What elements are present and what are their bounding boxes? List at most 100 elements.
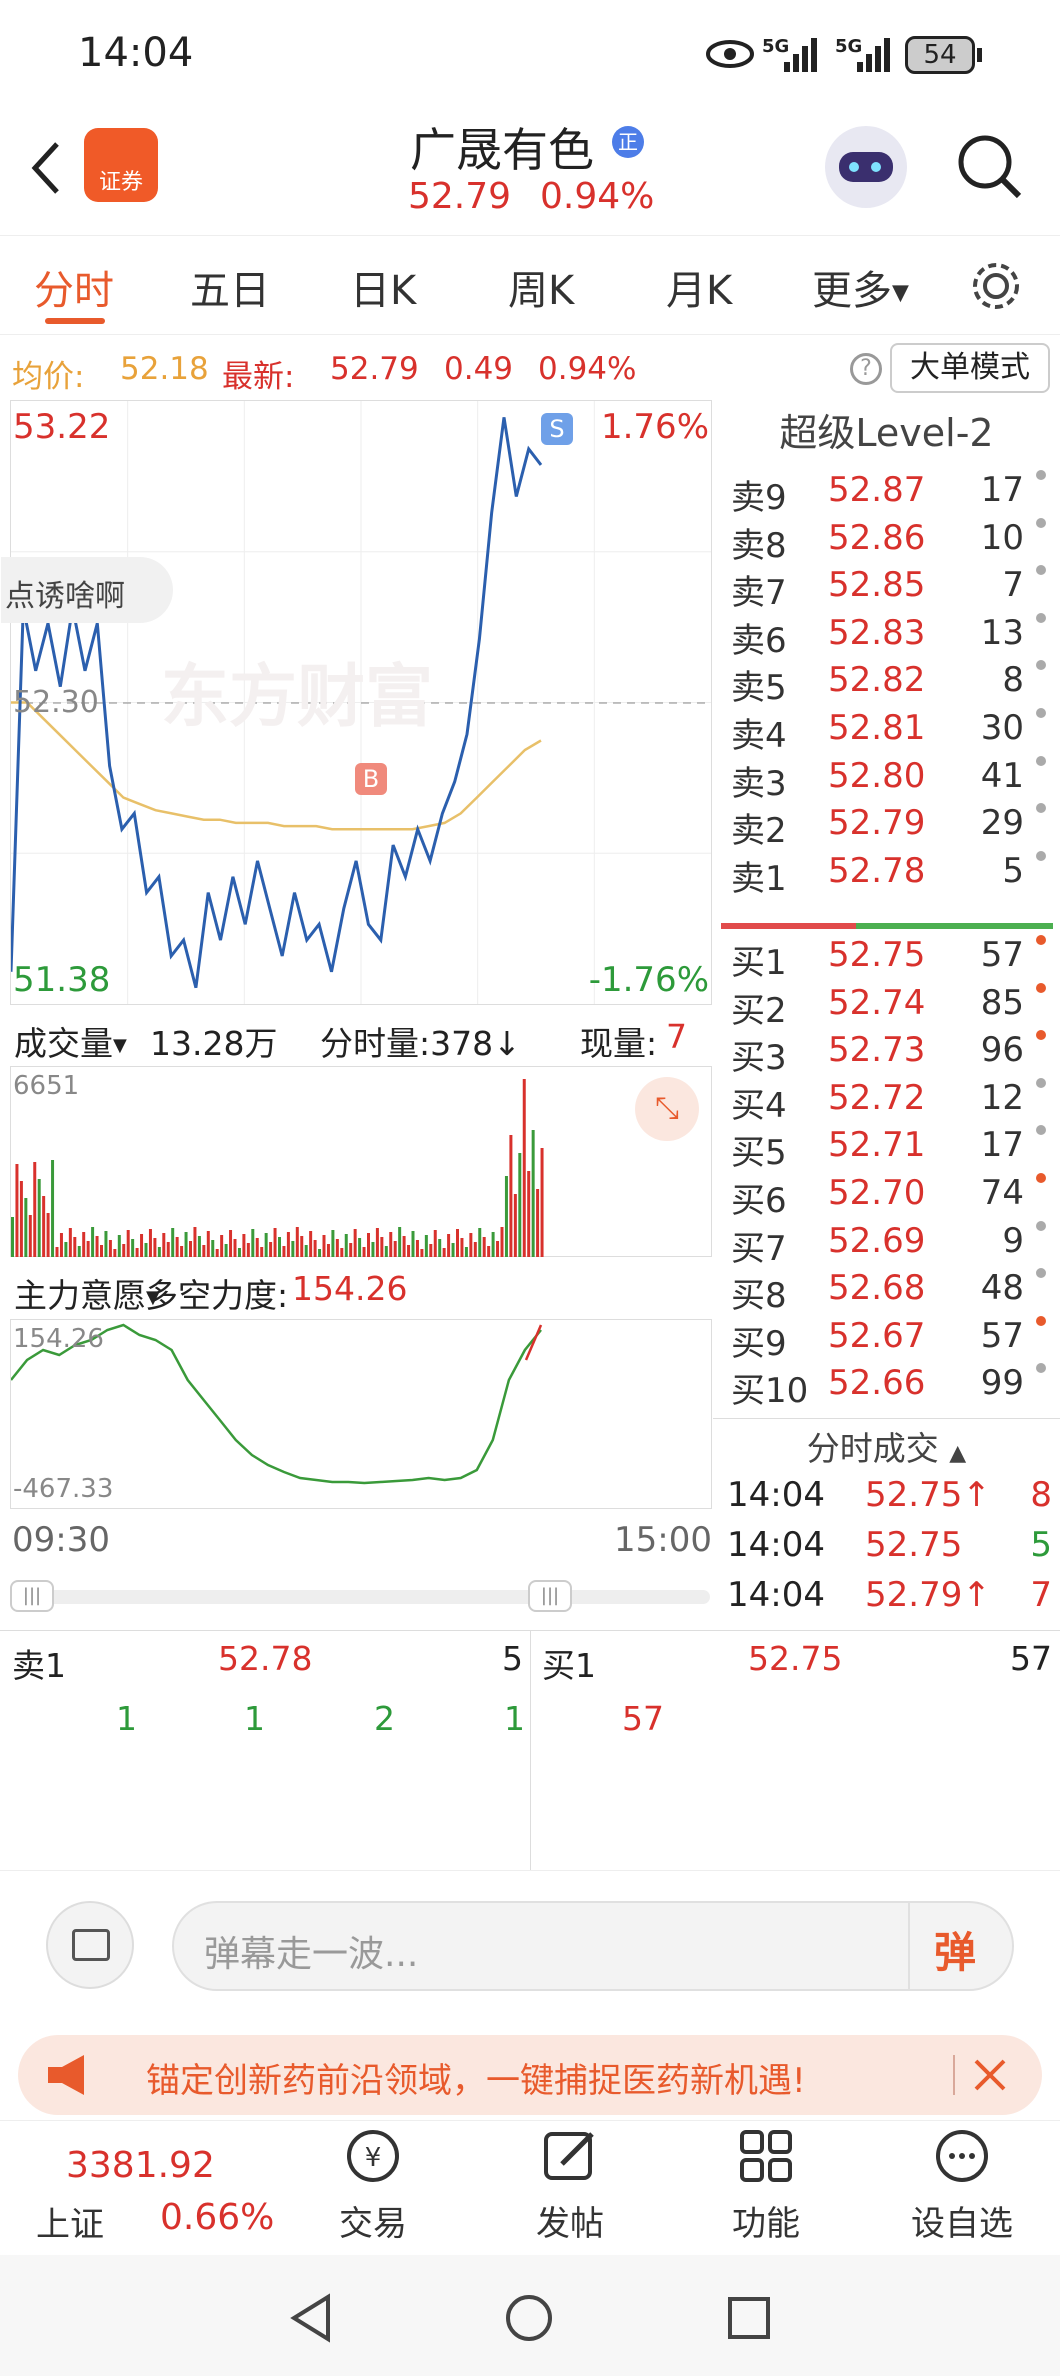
sell-row[interactable]: 卖7 52.85 7 <box>723 565 1058 613</box>
volume-bar <box>180 1246 184 1257</box>
volume-bar <box>73 1237 77 1257</box>
trades-title[interactable]: 分时成交 ▲ <box>713 1422 1060 1470</box>
sell-row[interactable]: 卖4 52.81 30 <box>723 708 1058 756</box>
slider-handle-right[interactable]: ||| <box>528 1580 572 1612</box>
buy-row[interactable]: 买10 52.66 99 <box>723 1363 1058 1411</box>
buy-row[interactable]: 买2 52.74 85 <box>723 982 1058 1031</box>
buy-row[interactable]: 买7 52.69 9 <box>723 1220 1058 1269</box>
buy-row[interactable]: 买3 52.73 96 <box>723 1030 1058 1078</box>
sell-row[interactable]: 卖9 52.87 17 <box>723 470 1058 518</box>
nav-functions[interactable]: 功能 <box>696 2126 836 2245</box>
nav-post[interactable]: 发帖 <box>500 2126 640 2245</box>
app-logo[interactable]: 证券 <box>84 128 158 202</box>
buy-row[interactable]: 买9 52.67 57 <box>723 1315 1058 1364</box>
volume-selector[interactable]: 成交量▼ <box>14 1017 127 1065</box>
buy-label: 买9 <box>731 1323 787 1364</box>
tab-monthly-k[interactable]: 月K <box>666 258 732 316</box>
back-triangle-icon[interactable] <box>286 2293 336 2343</box>
buy-volume: 17 <box>980 1125 1024 1166</box>
volume-bar <box>166 1242 170 1257</box>
buy-price: 52.70 <box>828 1173 926 1213</box>
help-icon[interactable]: ? <box>850 353 882 385</box>
volume-bar <box>349 1243 353 1257</box>
popup-tip[interactable]: 点诱啥啊 <box>1 557 173 623</box>
buy-row[interactable]: 买4 52.72 12 <box>723 1077 1058 1126</box>
sell-price: 52.83 <box>828 612 926 653</box>
force-selector[interactable]: 主力意愿▼ <box>14 1269 160 1317</box>
chart-low-pct: -1.76% <box>588 960 709 1000</box>
close-icon[interactable] <box>970 2055 1010 2095</box>
danmu-send-button[interactable]: 弹 <box>934 1919 976 1980</box>
trade-time: 14:04 <box>727 1575 825 1615</box>
volume-bar <box>251 1229 255 1257</box>
nav-trade[interactable]: ¥ 交易 <box>303 2126 443 2245</box>
force-value: 154.26 <box>292 1269 408 1308</box>
trade-volume: 7 <box>1030 1575 1052 1615</box>
sell-row[interactable]: 卖5 52.82 8 <box>723 660 1058 708</box>
buy-label: 买10 <box>731 1371 809 1412</box>
buy-row[interactable]: 买6 52.70 74 <box>723 1173 1058 1221</box>
sell-row[interactable]: 卖2 52.79 29 <box>723 803 1058 851</box>
robot-avatar[interactable] <box>825 126 907 208</box>
volume-bar <box>375 1228 379 1257</box>
sell-row[interactable]: 卖6 52.83 13 <box>723 612 1058 661</box>
queue-buy-label: 买1 <box>542 1646 596 1685</box>
volume-bar <box>540 1148 544 1257</box>
intraday-chart[interactable]: 53.22 1.76% 51.38 -1.76% 52.30 东方财富 点诱啥啊… <box>1 400 712 1005</box>
tab-more[interactable]: 更多▼ <box>812 258 909 316</box>
buy-row[interactable]: 买1 52.75 57 <box>723 935 1058 983</box>
nav-add-watchlist[interactable]: 设自选 <box>892 2126 1032 2245</box>
danmu-input[interactable]: 弹幕走一波... 弹 <box>172 1901 1014 1991</box>
range-slider[interactable]: ||| ||| <box>10 1572 712 1618</box>
flow-dot-icon <box>1036 982 1046 993</box>
buy-queue-item: 57 <box>622 1699 664 1738</box>
big-order-mode-button[interactable]: 大单模式 <box>890 343 1050 393</box>
sell-price: 52.85 <box>828 565 926 606</box>
volume-bar <box>91 1227 95 1257</box>
home-circle-icon[interactable] <box>504 2293 554 2343</box>
buy-volume: 74 <box>980 1173 1024 1213</box>
sell-label: 卖2 <box>731 811 787 852</box>
volume-bar <box>473 1242 477 1257</box>
index-ticker[interactable]: 3381.92 上证 0.66% <box>0 2121 290 2256</box>
change-pct: 0.94% <box>538 351 637 387</box>
tab-intraday[interactable]: 分时 <box>34 258 114 316</box>
volume-bar <box>438 1239 442 1257</box>
settings-gear-icon[interactable] <box>968 258 1024 314</box>
volume-bar <box>117 1235 121 1257</box>
nav-post-label: 发帖 <box>536 2204 604 2244</box>
volume-bar <box>313 1240 317 1257</box>
volume-bar <box>326 1244 330 1257</box>
tab-weekly-k[interactable]: 周K <box>508 258 574 316</box>
volume-bar <box>504 1176 508 1257</box>
slider-handle-left[interactable]: ||| <box>10 1580 54 1612</box>
trades-title-text: 分时成交 <box>806 1429 939 1468</box>
back-arrow-icon[interactable] <box>25 138 65 198</box>
force-bottom: -467.33 <box>13 1474 114 1504</box>
ad-banner[interactable]: 锚定创新药前沿领域，一键捕捉医药新机遇! <box>18 2035 1042 2115</box>
level2-title[interactable]: 超级Level-2 <box>713 400 1060 466</box>
dropdown-icon: ▼ <box>892 280 909 306</box>
sell-row[interactable]: 卖3 52.80 41 <box>723 755 1058 804</box>
buy-row[interactable]: 买5 52.71 17 <box>723 1125 1058 1173</box>
search-icon[interactable] <box>955 132 1025 202</box>
volume-bar <box>19 1181 23 1257</box>
tab-five-day[interactable]: 五日 <box>190 258 270 316</box>
sell-row[interactable]: 卖1 52.78 5 <box>723 850 1058 899</box>
sell-row[interactable]: 卖8 52.86 10 <box>723 517 1058 566</box>
tab-more-label: 更多 <box>812 268 892 314</box>
prev-close-label: 52.30 <box>13 685 99 720</box>
recents-square-icon[interactable] <box>724 2293 774 2343</box>
volume-chart[interactable]: 6651 ⤡ <box>10 1067 712 1257</box>
sell-marker[interactable]: S <box>541 413 573 445</box>
buy-marker[interactable]: B <box>355 763 387 795</box>
force-chart[interactable]: 154.26 -467.33 <box>10 1319 712 1509</box>
sell-volume: 29 <box>980 803 1024 844</box>
buy-row[interactable]: 买8 52.68 48 <box>723 1268 1058 1316</box>
expand-icon[interactable]: ⤡ <box>635 1077 699 1141</box>
volume-bar <box>77 1246 81 1257</box>
flow-dot-icon <box>1036 1077 1046 1088</box>
chart-high-label: 53.22 <box>13 407 111 447</box>
danmu-settings-icon[interactable] <box>46 1901 134 1989</box>
tab-daily-k[interactable]: 日K <box>350 258 416 316</box>
